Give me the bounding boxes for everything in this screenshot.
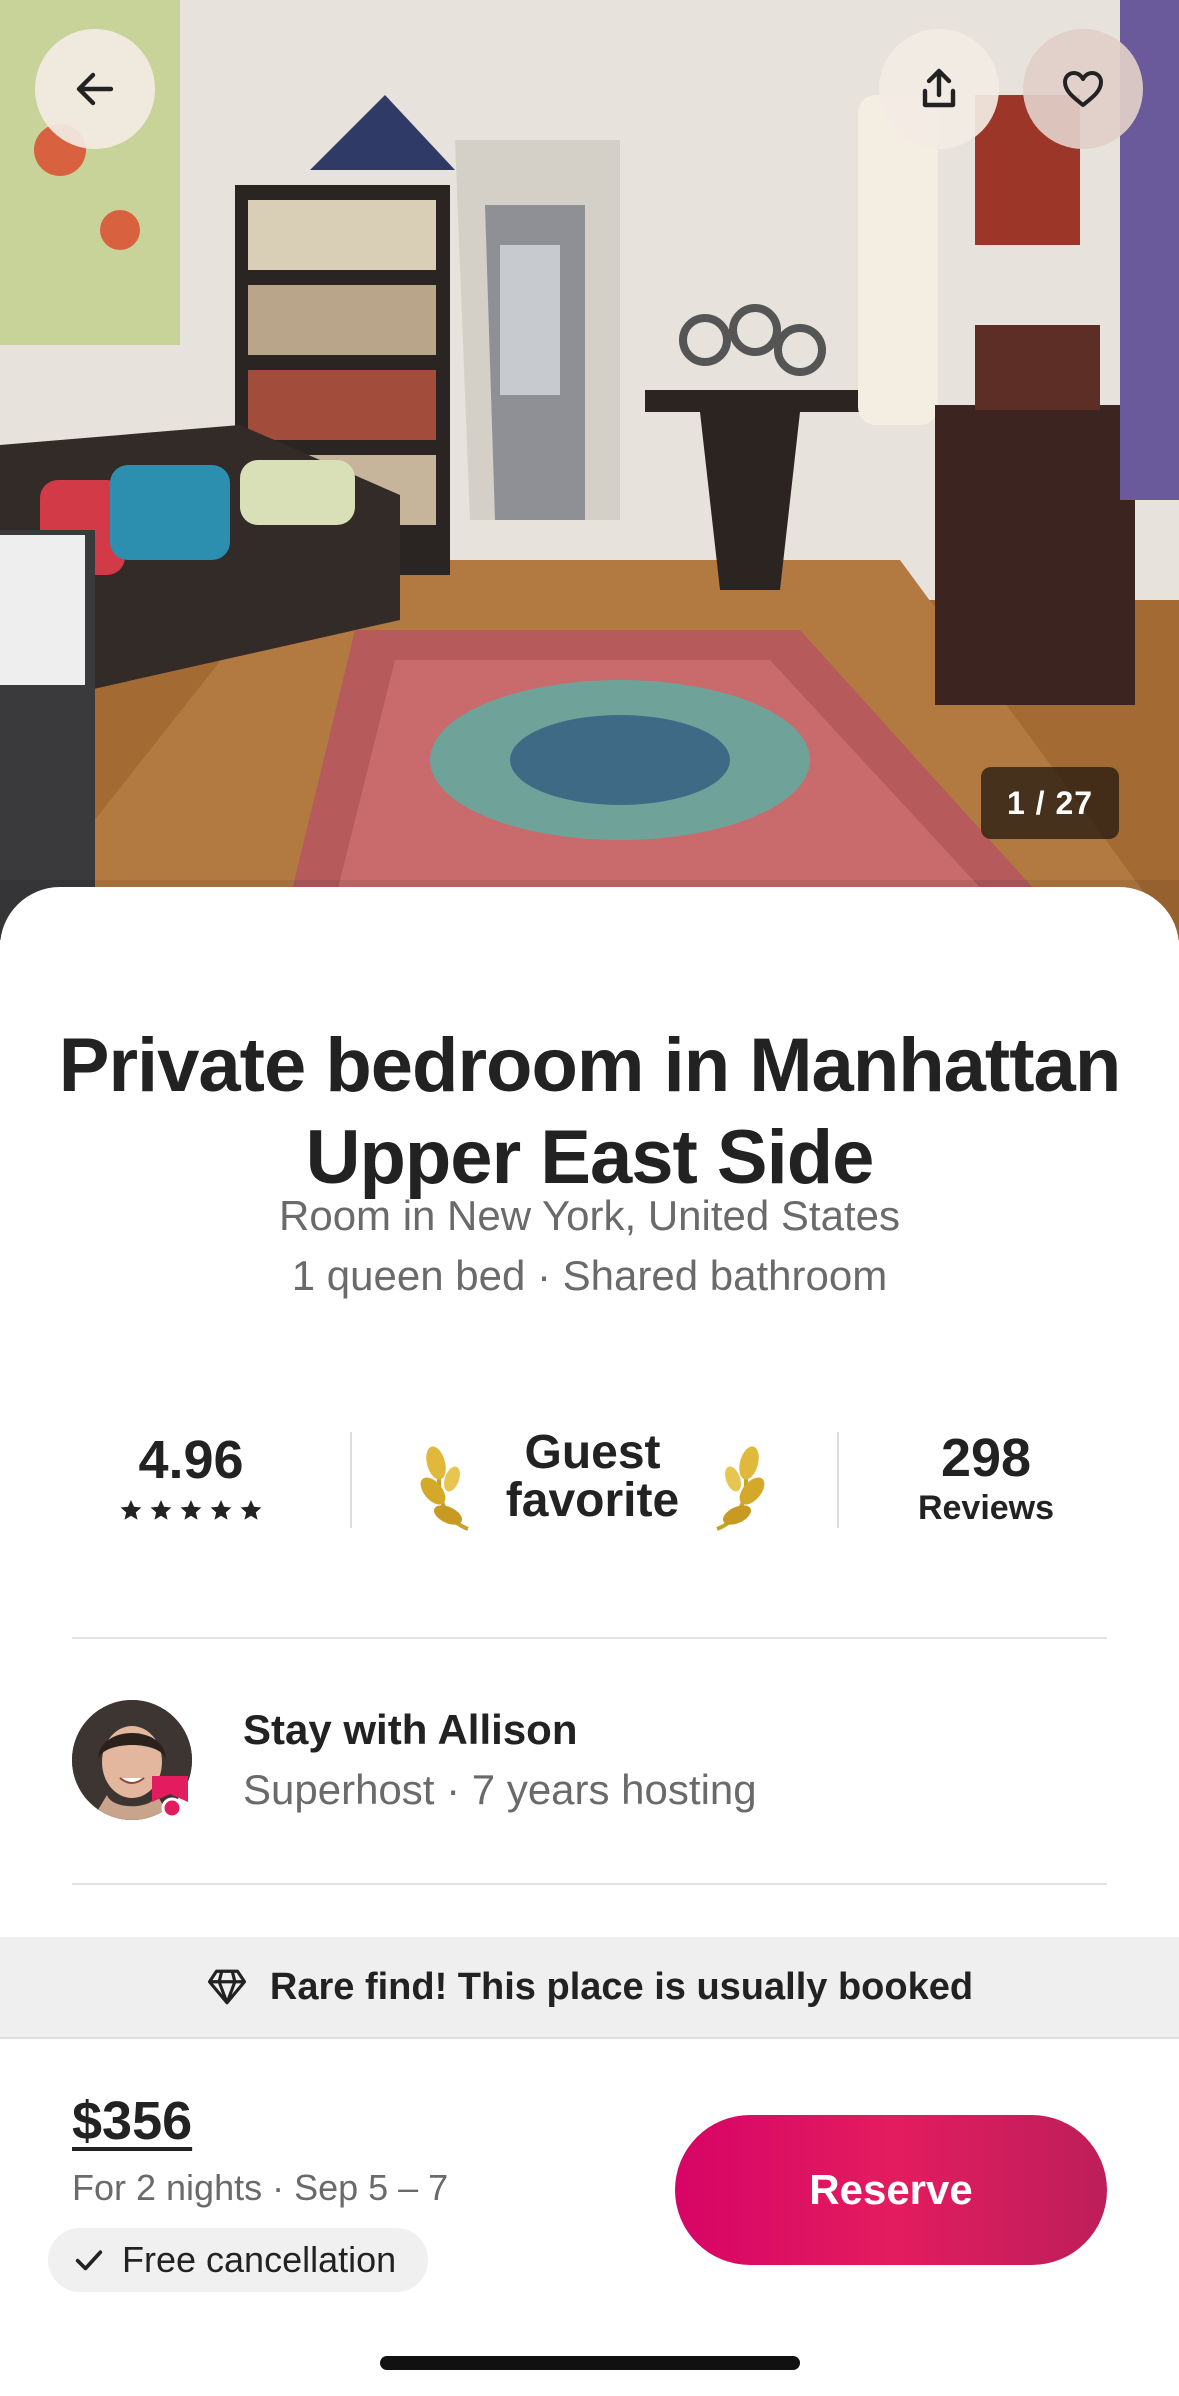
stat-divider [837, 1432, 839, 1528]
listing-page: 1 / 27 Private bedroom in Manhattan Uppe… [0, 0, 1179, 2396]
laurel-right-icon [716, 1446, 765, 1531]
laurel-left-icon [420, 1446, 469, 1531]
star-icon [120, 1500, 142, 1520]
star-icon [180, 1500, 202, 1520]
guest-favorite-text: Guest favorite [480, 1429, 705, 1525]
favorite-button[interactable] [1023, 29, 1143, 149]
reserve-button[interactable]: Reserve [675, 2115, 1107, 2265]
guest-favorite-line2: favorite [505, 1474, 680, 1527]
section-divider [72, 1637, 1107, 1639]
diamond-icon [207, 1969, 246, 2005]
star-rating [96, 1498, 286, 1522]
free-cancellation-pill: Free cancellation [48, 2228, 429, 2292]
rating-value: 4.96 [138, 1430, 244, 1490]
superhost-badge-icon [152, 1776, 188, 1819]
stat-divider [350, 1432, 352, 1528]
arrow-left-icon [76, 72, 114, 106]
listing-photo[interactable]: 1 / 27 [0, 0, 1179, 940]
listing-title: Private bedroom in Manhattan Upper East … [58, 1023, 1122, 1200]
rating-stat[interactable]: 4.96 [96, 1428, 286, 1522]
reviews-stat[interactable]: 298 Reviews [890, 1428, 1082, 1528]
rare-find-text: Rare find! This place is usually booked [269, 1965, 974, 2008]
checkmark-icon [75, 2250, 103, 2271]
total-price[interactable]: $356 [72, 2090, 192, 2152]
heart-icon [1063, 71, 1103, 107]
host-name[interactable]: Stay with Allison [243, 1706, 577, 1754]
host-meta: Superhost · 7 years hosting [243, 1766, 757, 1813]
share-icon [922, 68, 956, 108]
share-button[interactable] [879, 29, 999, 149]
listing-room-details: 1 queen bed · Shared bathroom [291, 1252, 888, 1299]
price-details: For 2 nights · Sep 5 – 7 [72, 2167, 449, 2208]
rare-find-banner: Rare find! This place is usually booked [0, 1937, 1179, 2037]
section-divider [72, 1883, 1107, 1885]
free-cancellation-label: Free cancellation [122, 2239, 397, 2280]
star-icon [150, 1500, 172, 1520]
back-button[interactable] [35, 29, 155, 149]
reviews-label: Reviews [917, 1489, 1055, 1527]
guest-favorite-badge[interactable]: Guest favorite [420, 1425, 765, 1535]
reviews-count: 298 [940, 1428, 1032, 1488]
star-icon [210, 1500, 232, 1520]
photo-counter: 1 / 27 [981, 767, 1119, 839]
home-indicator[interactable] [380, 2356, 800, 2370]
listing-location: Room in New York, United States [279, 1192, 900, 1239]
star-icon [240, 1500, 262, 1520]
listing-subtitle: Room in New York, United States 1 queen … [40, 1186, 1139, 1306]
guest-favorite-line1: Guest [524, 1426, 661, 1479]
